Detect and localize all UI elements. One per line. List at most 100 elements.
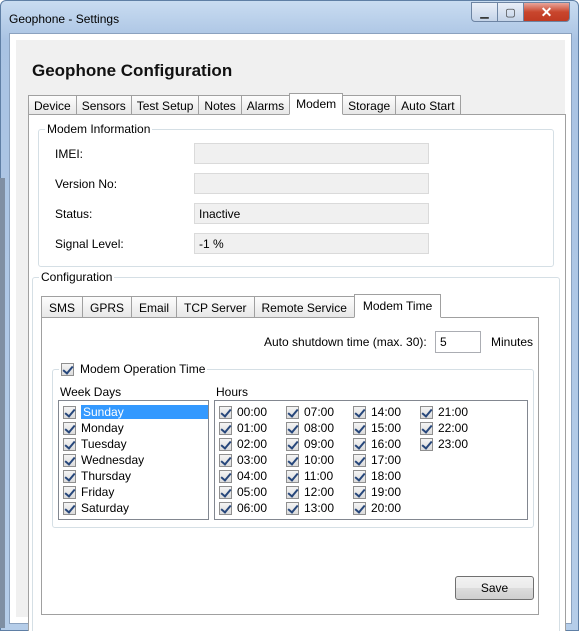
list-item-wednesday[interactable]: Wednesday [59,452,208,468]
operation-time-label: Modem Operation Time [80,362,206,376]
tab-test-setup[interactable]: Test Setup [130,95,200,115]
checkbox[interactable] [63,405,76,419]
checkbox[interactable] [63,485,76,499]
hour-label: 08:00 [304,421,335,435]
auto-shutdown-input[interactable]: 5 [435,331,481,353]
save-button[interactable]: Save [455,576,534,600]
checkbox[interactable] [219,485,232,499]
checkbox[interactable] [63,469,76,483]
tab-notes[interactable]: Notes [198,95,242,115]
tab-modem-time[interactable]: Modem Time [353,294,442,318]
list-item-monday[interactable]: Monday [59,420,208,436]
hour-item-0700[interactable]: 07:00 [286,404,334,420]
tab-storage[interactable]: Storage [342,95,397,115]
checkbox[interactable] [219,453,232,467]
checkbox[interactable] [63,501,76,515]
window-title: Geophone - Settings [9,12,120,26]
checkbox[interactable] [420,437,433,451]
checkbox[interactable] [353,421,366,435]
configuration-group: Configuration SMS GPRS Email TCP Server … [32,270,560,631]
checkbox[interactable] [286,421,299,435]
hour-label: 02:00 [237,437,268,451]
checkbox[interactable] [63,421,76,435]
week-days-list[interactable]: Sunday Monday Tuesday Wednesday Thursday… [58,400,209,520]
list-item-tuesday[interactable]: Tuesday [59,436,208,452]
tab-gprs[interactable]: GPRS [82,296,133,318]
checkbox[interactable] [219,421,232,435]
tab-auto-start[interactable]: Auto Start [395,95,461,115]
hour-item-0300[interactable]: 03:00 [219,452,267,468]
checkbox[interactable] [63,453,76,467]
checkbox[interactable] [353,485,366,499]
minimize-button[interactable]: ▁ [471,2,498,22]
hour-item-1200[interactable]: 12:00 [286,484,334,500]
checkbox[interactable] [353,469,366,483]
hour-item-0100[interactable]: 01:00 [219,420,267,436]
tab-sms[interactable]: SMS [41,296,84,318]
tab-email[interactable]: Email [131,296,178,318]
window-controls: ▁ ▢ ✕ [471,2,570,22]
modem-information-group: Modem Information IMEI: Version No: Stat… [38,122,554,267]
hour-item-2200[interactable]: 22:00 [420,420,468,436]
tab-tcp-server[interactable]: TCP Server [176,296,255,318]
close-button[interactable]: ✕ [524,2,570,22]
hour-label: 23:00 [438,437,469,451]
hour-label: 03:00 [237,453,268,467]
tab-device[interactable]: Device [28,95,77,115]
checkbox[interactable] [353,405,366,419]
hour-label: 19:00 [371,485,402,499]
checkbox[interactable] [353,453,366,467]
hour-item-1100[interactable]: 11:00 [286,468,333,484]
hour-item-1800[interactable]: 18:00 [353,468,401,484]
hour-item-2300[interactable]: 23:00 [420,436,468,452]
operation-time-legend: Modem Operation Time [59,362,208,376]
operation-time-checkbox[interactable] [61,362,74,376]
tab-remote-service[interactable]: Remote Service [253,296,355,318]
hour-item-1400[interactable]: 14:00 [353,404,401,420]
hour-item-2000[interactable]: 20:00 [353,500,401,516]
checkbox[interactable] [353,501,366,515]
checkbox[interactable] [353,437,366,451]
checkbox[interactable] [219,405,232,419]
checkbox[interactable] [286,469,299,483]
hour-item-1700[interactable]: 17:00 [353,452,401,468]
version-field [194,173,429,194]
hour-item-0900[interactable]: 09:00 [286,436,334,452]
maximize-icon: ▢ [505,6,516,19]
list-item-friday[interactable]: Friday [59,484,208,500]
tab-alarms[interactable]: Alarms [240,95,291,115]
hour-item-0600[interactable]: 06:00 [219,500,267,516]
checkbox[interactable] [219,437,232,451]
checkbox[interactable] [286,453,299,467]
checkbox[interactable] [286,437,299,451]
hours-list[interactable]: 00:00 01:00 02:00 03:00 04:00 05:00 06:00 07:00… [214,400,528,520]
checkbox[interactable] [286,501,299,515]
tab-modem[interactable]: Modem [289,93,344,115]
hour-item-0000[interactable]: 00:00 [219,404,267,420]
hour-item-1000[interactable]: 10:00 [286,452,334,468]
hour-item-1300[interactable]: 13:00 [286,500,334,516]
checkbox[interactable] [420,405,433,419]
hour-item-0200[interactable]: 02:00 [219,436,267,452]
checkbox[interactable] [420,421,433,435]
checkbox[interactable] [219,501,232,515]
hour-item-1900[interactable]: 19:00 [353,484,401,500]
hour-item-0800[interactable]: 08:00 [286,420,334,436]
hour-item-1600[interactable]: 16:00 [353,436,401,452]
hour-item-0500[interactable]: 05:00 [219,484,267,500]
checkbox[interactable] [63,437,76,451]
hour-item-0400[interactable]: 04:00 [219,468,267,484]
list-item-thursday[interactable]: Thursday [59,468,208,484]
title-bar[interactable]: Geophone - Settings ▁ ▢ ✕ [1,1,578,33]
checkbox[interactable] [286,405,299,419]
checkbox[interactable] [286,485,299,499]
list-item-saturday[interactable]: Saturday [59,500,208,516]
list-item-sunday[interactable]: Sunday [59,404,208,420]
hour-label: 01:00 [237,421,268,435]
modem-information-legend: Modem Information [45,122,153,136]
hour-item-2100[interactable]: 21:00 [420,404,468,420]
hour-item-1500[interactable]: 15:00 [353,420,401,436]
maximize-button[interactable]: ▢ [498,2,524,22]
tab-sensors[interactable]: Sensors [75,95,132,115]
checkbox[interactable] [219,469,232,483]
